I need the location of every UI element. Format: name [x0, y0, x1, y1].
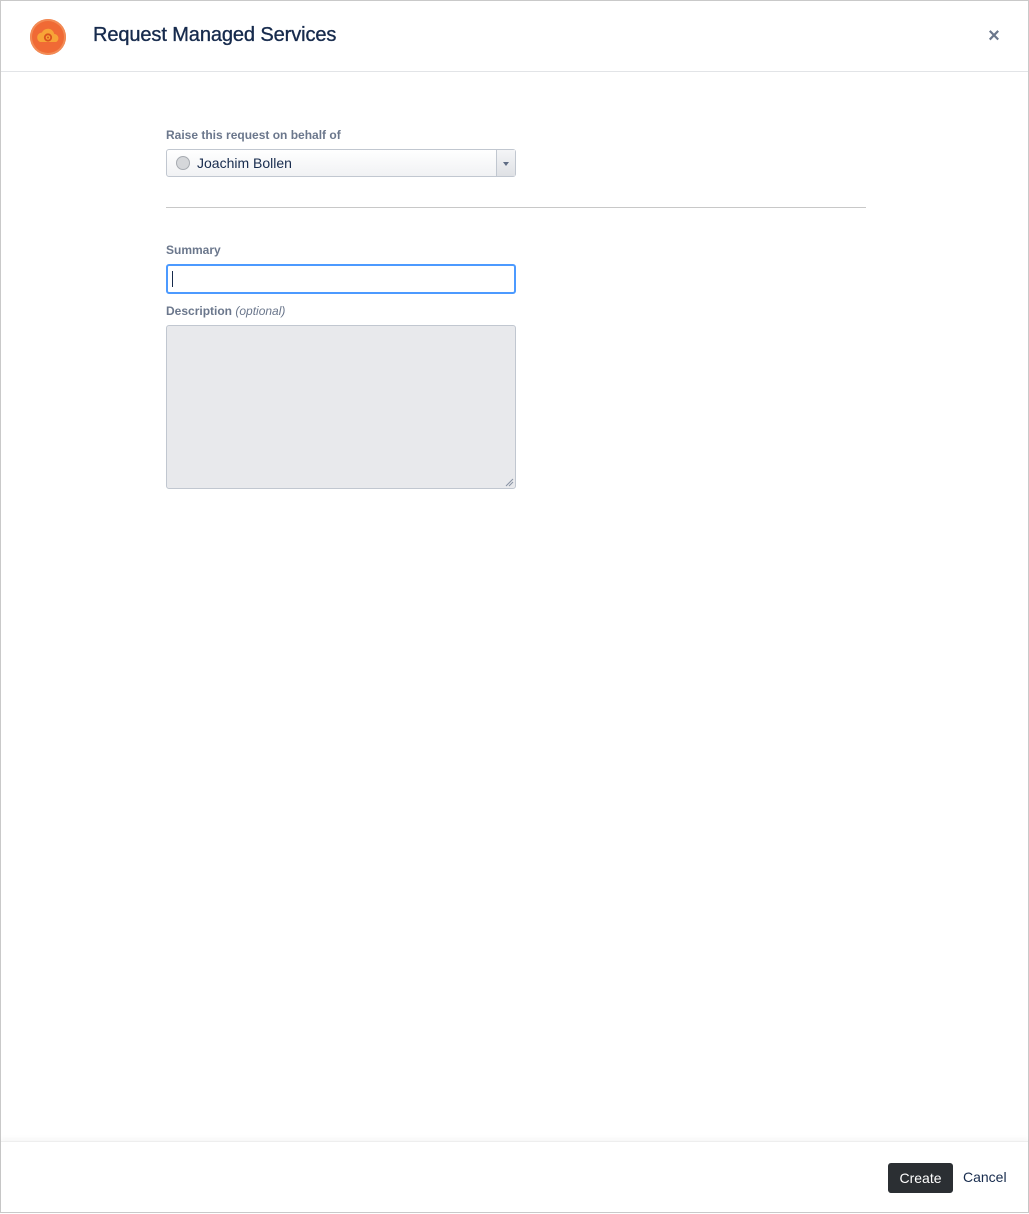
- on-behalf-value: Joachim Bollen: [197, 155, 292, 171]
- section-divider: [166, 207, 866, 208]
- chevron-down-icon: [503, 162, 509, 166]
- cloud-gear-svg: [37, 28, 59, 42]
- optional-hint: (optional): [235, 304, 286, 318]
- dialog-footer: [1, 1141, 1028, 1214]
- cancel-button[interactable]: Cancel: [963, 1169, 1007, 1185]
- on-behalf-select[interactable]: Joachim Bollen: [166, 149, 516, 177]
- dialog-header: Request Managed Services ×: [1, 1, 1028, 72]
- dropdown-toggle[interactable]: [496, 150, 515, 176]
- cloud-gear-icon: [30, 19, 66, 55]
- request-dialog: Request Managed Services × Raise this re…: [0, 0, 1029, 1213]
- user-avatar-icon: [176, 156, 190, 170]
- description-textarea[interactable]: [166, 325, 516, 489]
- description-label-text: Description: [166, 304, 233, 318]
- summary-input[interactable]: [166, 264, 516, 294]
- on-behalf-label: Raise this request on behalf of: [166, 128, 341, 142]
- text-caret: [172, 271, 173, 287]
- description-label: Description (optional): [166, 304, 285, 318]
- dialog-title: Request Managed Services: [93, 24, 337, 46]
- close-icon[interactable]: ×: [983, 25, 1005, 47]
- resize-grip-icon[interactable]: [504, 477, 514, 487]
- summary-label: Summary: [166, 243, 221, 257]
- create-button[interactable]: Create: [888, 1163, 953, 1193]
